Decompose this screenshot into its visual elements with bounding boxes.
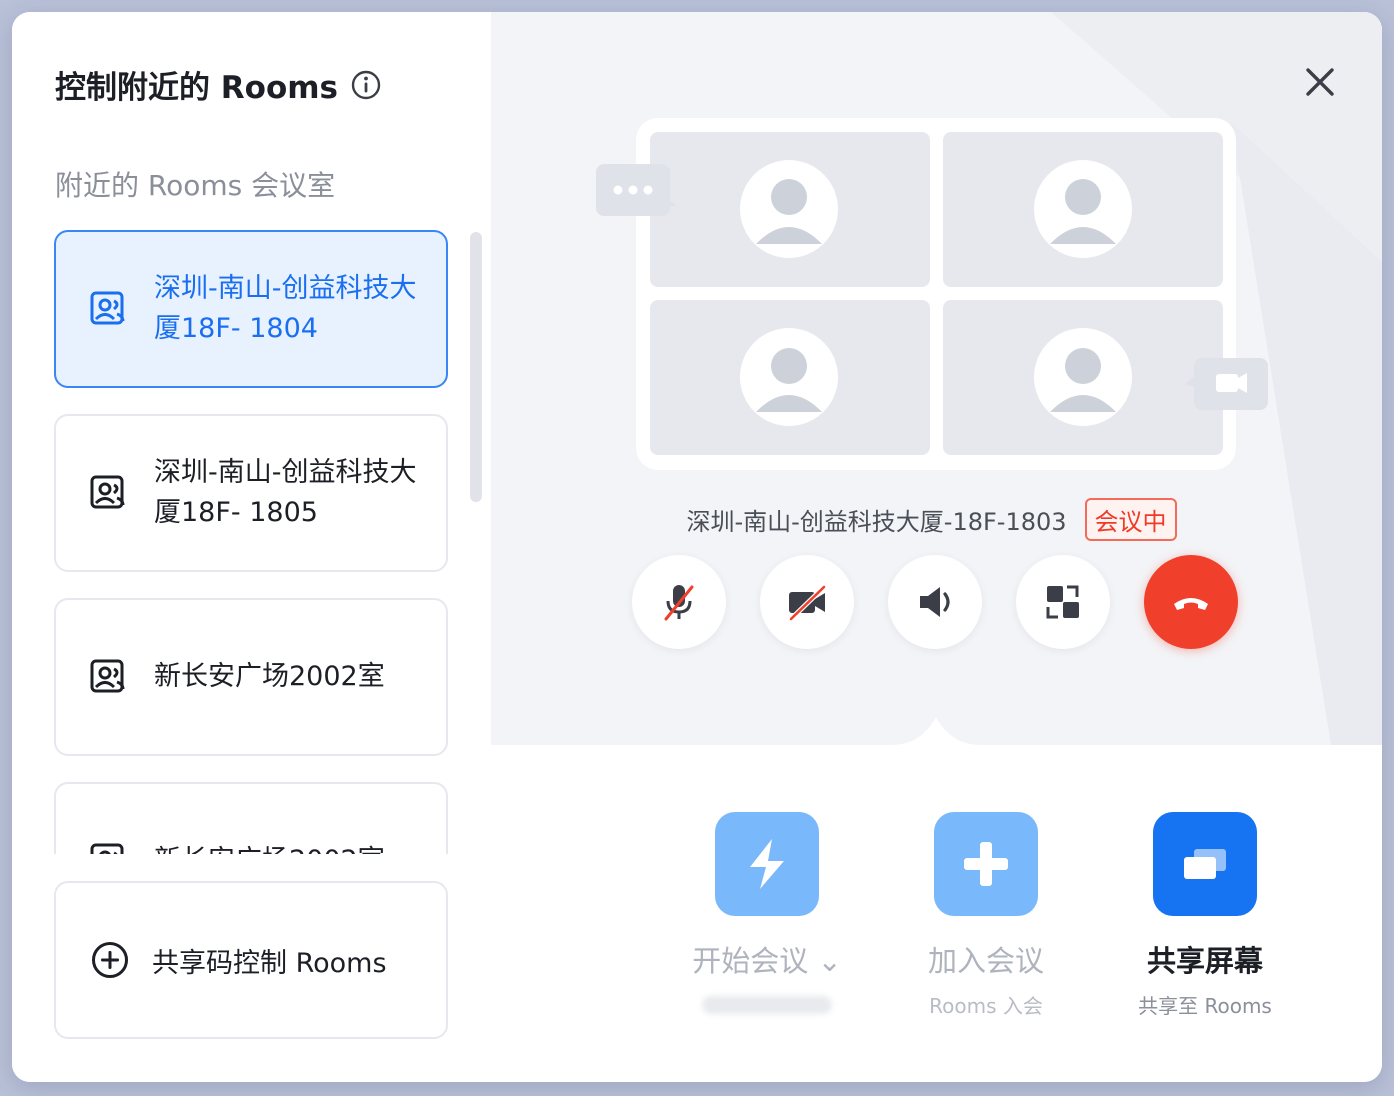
share-screen-sub: 共享至 Rooms: [1138, 994, 1272, 1018]
join-meeting-label: 加入会议: [927, 944, 1044, 978]
meeting-room-icon: [90, 291, 125, 325]
start-meeting-tile: [715, 812, 819, 916]
room-card-1804[interactable]: 深圳-南山-创益科技大厦18F- 1804: [54, 230, 448, 388]
close-icon[interactable]: [1302, 64, 1338, 100]
join-meeting-sub: Rooms 入会: [929, 994, 1043, 1018]
nearby-rooms-label: 附近的 Rooms 会议室: [55, 169, 336, 202]
switch-layout-button[interactable]: [1016, 555, 1110, 649]
stop-video-button[interactable]: [760, 555, 854, 649]
lightning-icon: [750, 839, 784, 889]
mute-mic-button[interactable]: [632, 555, 726, 649]
share-code-label: 共享码控制 Rooms: [152, 947, 387, 979]
room-name: 深圳-南山-创益科技大厦18F- 1805: [154, 457, 417, 528]
room-card-2002[interactable]: 新长安广场2002室: [54, 598, 448, 756]
quick-actions: 开始会议 ⌄ 加入会议 Rooms 入会 共享屏幕 共享至 Rooms: [631, 812, 1272, 1032]
camera-off-icon: [789, 585, 826, 621]
hang-up-icon: [1174, 598, 1208, 610]
layout-switch-icon: [1046, 585, 1079, 619]
right-panel: 深圳-南山-创益科技大厦-18F-1803 会议中 开始会议 ⌄ 加入会议 Ro…: [491, 12, 1382, 1082]
control-rooms-dialog: 控制附近的 Rooms 附近的 Rooms 会议室 深圳-南山-创益科技大厦18…: [12, 12, 1382, 1082]
info-icon[interactable]: [350, 69, 382, 101]
share-screen-tile: [1153, 812, 1257, 916]
left-panel: 控制附近的 Rooms 附近的 Rooms 会议室 深圳-南山-创益科技大厦18…: [12, 12, 491, 1082]
room-name: 新长安广场2002室: [154, 841, 424, 854]
join-meeting-tile: [934, 812, 1038, 916]
meeting-id-redacted: [702, 996, 832, 1014]
room-name: 深圳-南山-创益科技大厦18F- 1804: [154, 273, 417, 344]
current-room-name: 深圳-南山-创益科技大厦-18F-1803: [686, 508, 1067, 536]
share-screen-button[interactable]: 共享屏幕 共享至 Rooms: [1115, 812, 1295, 1019]
share-screen-icon: [1184, 849, 1226, 879]
plus-circle-icon: [92, 942, 128, 978]
mic-off-icon: [664, 585, 694, 621]
end-meeting-button[interactable]: [1144, 555, 1238, 649]
room-card-1805[interactable]: 深圳-南山-创益科技大厦18F- 1805: [54, 414, 448, 572]
meeting-room-icon: [90, 843, 124, 854]
room-card-2002-b[interactable]: 新长安广场2002室: [54, 782, 448, 854]
speaker-button[interactable]: [888, 555, 982, 649]
current-room-status: 深圳-南山-创益科技大厦-18F-1803 会议中: [491, 498, 1382, 541]
meeting-room-icon: [90, 659, 125, 693]
room-list: 深圳-南山-创益科技大厦18F- 1804 深圳-南山-创益科技大厦18F- 1…: [54, 230, 448, 854]
status-badge: 会议中: [1084, 498, 1177, 541]
speaker-icon: [920, 587, 950, 617]
dialog-title-text: 控制附近的 Rooms: [55, 70, 339, 106]
room-name: 新长安广场2002室: [154, 661, 385, 692]
start-meeting-button[interactable]: 开始会议 ⌄: [677, 812, 857, 1014]
share-screen-label: 共享屏幕: [1146, 944, 1263, 978]
meeting-controls: [632, 555, 1238, 649]
meeting-preview-area: 深圳-南山-创益科技大厦-18F-1803 会议中: [491, 12, 1382, 745]
plus-icon: [964, 842, 1008, 886]
dialog-title: 控制附近的 Rooms: [55, 62, 382, 107]
share-code-control-button[interactable]: 共享码控制 Rooms: [54, 881, 448, 1039]
meeting-room-icon: [90, 475, 125, 509]
start-meeting-label: 开始会议 ⌄: [692, 944, 842, 978]
meeting-grid-illustration: [596, 118, 1268, 470]
join-meeting-button[interactable]: 加入会议 Rooms 入会: [896, 812, 1076, 1019]
room-list-scrollbar[interactable]: [470, 232, 482, 502]
